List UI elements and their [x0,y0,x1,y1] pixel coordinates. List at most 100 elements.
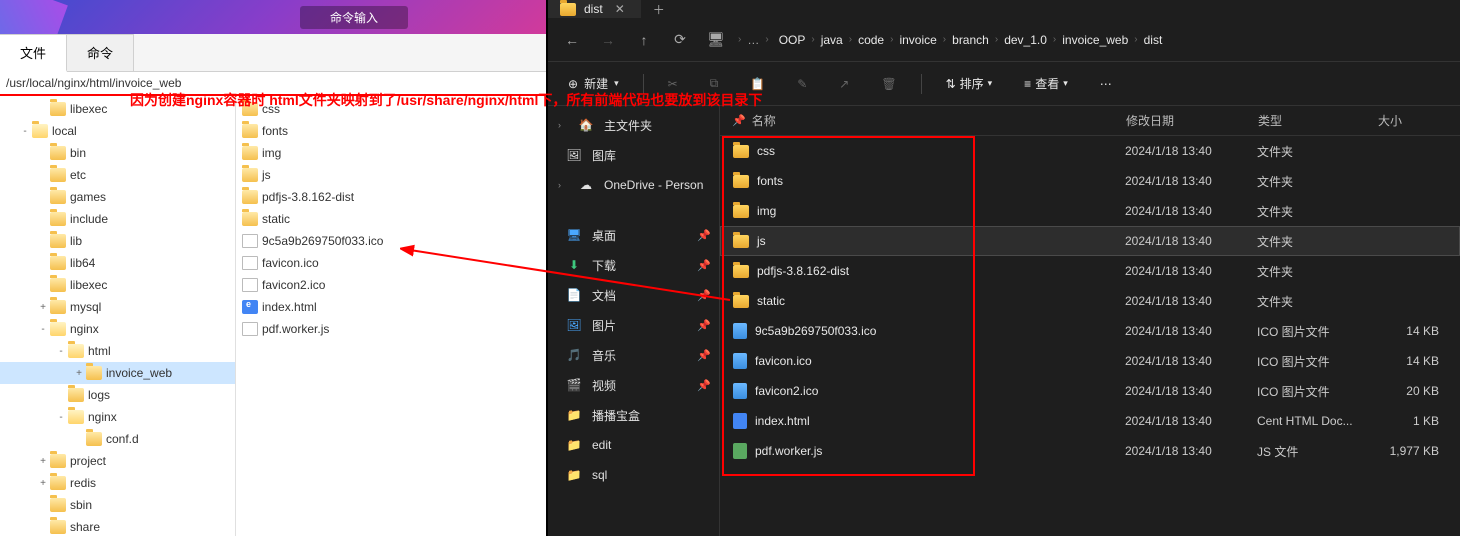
sidebar-item-文档[interactable]: 📄文档📌 [548,280,719,310]
expander-icon[interactable]: - [54,412,68,423]
breadcrumb-code[interactable]: code [854,31,888,49]
breadcrumb-OOP[interactable]: OOP [775,31,810,49]
col-size[interactable]: 大小 [1378,112,1460,129]
col-type[interactable]: 类型 [1258,112,1378,129]
file-item-img[interactable]: img [236,142,546,164]
pc-icon[interactable]: 🖥 [700,24,732,56]
sidebar-item-图片[interactable]: 🖼图片📌 [548,310,719,340]
file-item-js[interactable]: js [236,164,546,186]
breadcrumb-invoice[interactable]: invoice [895,31,940,49]
explorer-tab[interactable]: dist ✕ [548,0,641,18]
expander-icon[interactable]: - [18,126,32,137]
tree-item-sbin[interactable]: +sbin [0,494,235,516]
rename-button[interactable]: ✎ [789,73,815,95]
tab-文件[interactable]: 文件 [0,34,67,72]
file-item-pdfjs-3.8.162-dist[interactable]: pdfjs-3.8.162-dist [236,186,546,208]
sidebar-item-桌面[interactable]: 🖥桌面📌 [548,220,719,250]
tab-命令[interactable]: 命令 [67,34,134,71]
breadcrumb-invoice_web[interactable]: invoice_web [1058,31,1132,49]
file-item-fonts[interactable]: fonts [236,120,546,142]
tree-item-include[interactable]: +include [0,208,235,230]
col-date[interactable]: 修改日期 [1126,112,1258,129]
sidebar-item-sql[interactable]: 📁sql [548,460,719,490]
back-button[interactable]: ← [556,24,588,56]
tree-item-nginx[interactable]: -nginx [0,406,235,428]
expander-icon[interactable]: - [36,324,50,335]
file-icon [242,322,258,336]
copy-button[interactable]: ⧉ [702,72,727,95]
file-item-index.html[interactable]: index.html [236,296,546,318]
expander-icon[interactable]: + [72,368,86,379]
tree-item-nginx[interactable]: -nginx [0,318,235,340]
tree-label: project [70,454,106,468]
tree-item-redis[interactable]: +redis [0,472,235,494]
file-row-favicon.ico[interactable]: favicon.ico2024/1/18 13:40ICO 图片文件14 KB [720,346,1460,376]
sidebar-item-播播宝盒[interactable]: 📁播播宝盒 [548,400,719,430]
refresh-button[interactable]: ⟳ [664,24,696,56]
file-item-static[interactable]: static [236,208,546,230]
file-name: favicon2.ico [755,384,818,398]
tree-item-share[interactable]: +share [0,516,235,536]
tree-item-lib[interactable]: +lib [0,230,235,252]
sidebar-item-视频[interactable]: 🎬视频📌 [548,370,719,400]
breadcrumb-dev_1.0[interactable]: dev_1.0 [1000,31,1051,49]
expander-icon[interactable]: + [36,478,50,489]
breadcrumb-branch[interactable]: branch [948,31,993,49]
file-item-favicon2.ico[interactable]: favicon2.ico [236,274,546,296]
expander-icon[interactable]: + [36,456,50,467]
more-button[interactable]: ⋯ [1092,73,1120,95]
file-row-pdf.worker.js[interactable]: pdf.worker.js2024/1/18 13:40JS 文件1,977 K… [720,436,1460,466]
file-row-fonts[interactable]: fonts2024/1/18 13:40文件夹 [720,166,1460,196]
tree-item-games[interactable]: +games [0,186,235,208]
share-button[interactable]: ↗ [831,73,857,95]
breadcrumb-java[interactable]: java [817,31,847,49]
tree-item-html[interactable]: -html [0,340,235,362]
sidebar-item-edit[interactable]: 📁edit [548,430,719,460]
sidebar-item-主文件夹[interactable]: ›🏠主文件夹 [548,110,719,140]
file-item-css[interactable]: css [236,98,546,120]
tree-item-logs[interactable]: +logs [0,384,235,406]
paste-button[interactable]: 📋 [742,73,773,95]
sidebar-item-音乐[interactable]: 🎵音乐📌 [548,340,719,370]
expander-icon[interactable]: + [36,302,50,313]
expander-icon[interactable]: - [54,346,68,357]
file-row-index.html[interactable]: index.html2024/1/18 13:40Cent HTML Doc..… [720,406,1460,436]
path-input[interactable]: /usr/local/nginx/html/invoice_web [0,72,546,96]
file-row-favicon2.ico[interactable]: favicon2.ico2024/1/18 13:40ICO 图片文件20 KB [720,376,1460,406]
sort-button[interactable]: ⇅ 排序 ▾ [938,71,1001,96]
folder-icon [32,124,48,138]
tree-item-bin[interactable]: +bin [0,142,235,164]
sidebar-item-图库[interactable]: 🖼图库 [548,140,719,170]
file-row-pdfjs-3.8.162-dist[interactable]: pdfjs-3.8.162-dist2024/1/18 13:40文件夹 [720,256,1460,286]
tree-item-conf.d[interactable]: +conf.d [0,428,235,450]
tree-item-libexec[interactable]: +libexec [0,274,235,296]
forward-button[interactable]: → [592,24,624,56]
file-row-css[interactable]: css2024/1/18 13:40文件夹 [720,136,1460,166]
file-row-img[interactable]: img2024/1/18 13:40文件夹 [720,196,1460,226]
tree-item-mysql[interactable]: +mysql [0,296,235,318]
file-row-static[interactable]: static2024/1/18 13:40文件夹 [720,286,1460,316]
file-row-js[interactable]: js2024/1/18 13:40文件夹 [720,226,1460,256]
file-item-pdf.worker.js[interactable]: pdf.worker.js [236,318,546,340]
new-tab-button[interactable]: ＋ [641,1,677,18]
file-item-9c5a9b269750f033.ico[interactable]: 9c5a9b269750f033.ico [236,230,546,252]
sidebar-item-OneDrive - Person[interactable]: ›☁OneDrive - Person [548,170,719,200]
file-item-favicon.ico[interactable]: favicon.ico [236,252,546,274]
cut-button[interactable]: ✂ [660,73,686,95]
tree-item-lib64[interactable]: +lib64 [0,252,235,274]
tree-item-libexec[interactable]: +libexec [0,98,235,120]
delete-button[interactable]: 🗑 [873,73,904,95]
view-button[interactable]: ≡ 查看 ▾ [1016,71,1076,96]
tree-item-invoice_web[interactable]: +invoice_web [0,362,235,384]
breadcrumb-dist[interactable]: dist [1140,31,1167,49]
file-row-9c5a9b269750f033.ico[interactable]: 9c5a9b269750f033.ico2024/1/18 13:40ICO 图… [720,316,1460,346]
close-tab-icon[interactable]: ✕ [611,2,629,16]
tree-item-local[interactable]: -local [0,120,235,142]
sidebar-item-下载[interactable]: ⬇下载📌 [548,250,719,280]
folder-icon [733,145,749,158]
new-button[interactable]: ⊕ 新建 ▾ [560,71,627,96]
tree-item-etc[interactable]: +etc [0,164,235,186]
up-button[interactable]: ↑ [628,24,660,56]
col-name[interactable]: 📌名称 [720,112,1126,129]
tree-item-project[interactable]: + project [0,450,235,472]
